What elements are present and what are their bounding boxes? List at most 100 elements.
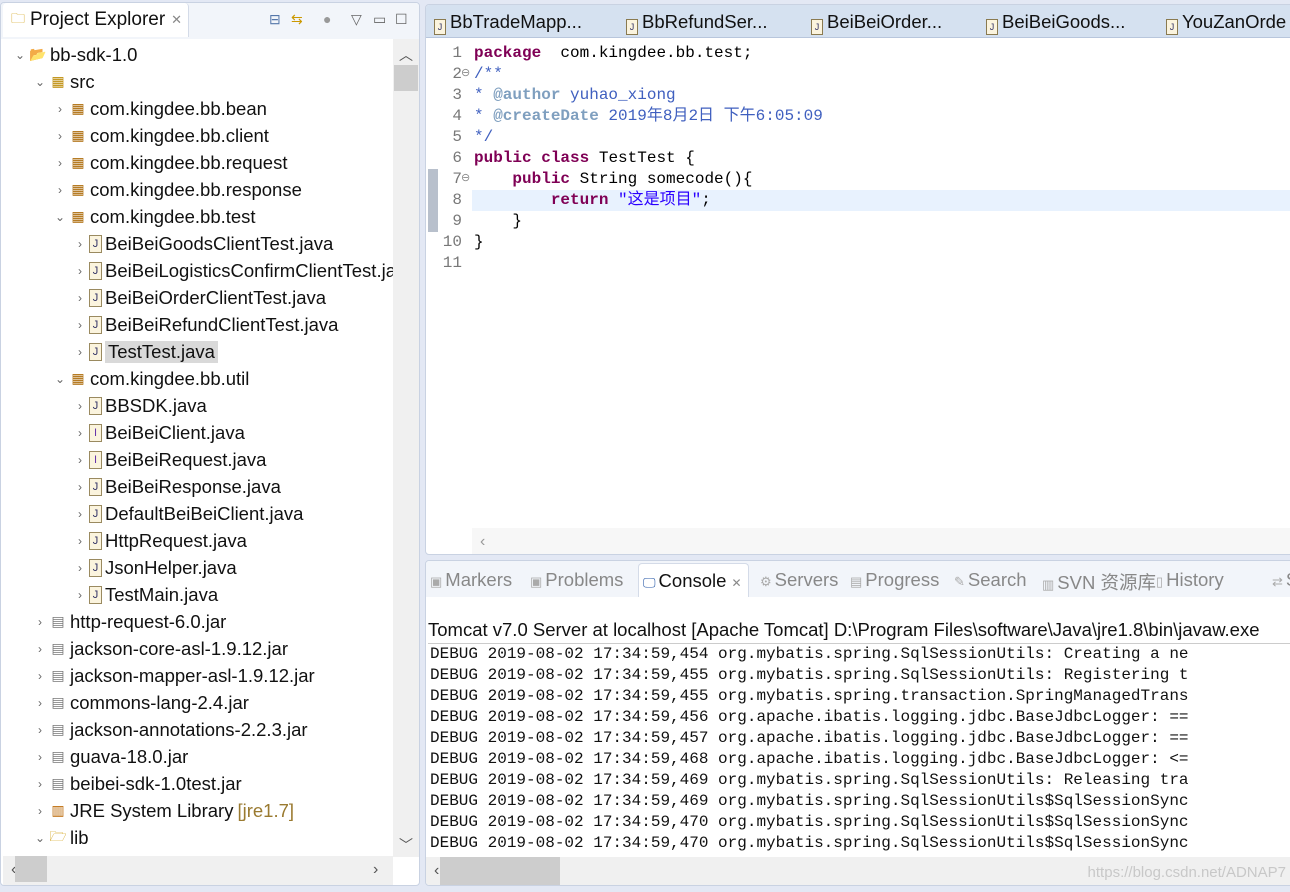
tree-item[interactable]: › ▦ com.kingdee.bb.client	[51, 122, 269, 149]
link-with-editor-icon[interactable]: ⇆	[291, 11, 303, 28]
tree-item[interactable]: › J BeiBeiLogisticsConfirmClientTest.java	[71, 257, 393, 284]
chevron-right-icon[interactable]: ›	[71, 345, 89, 359]
scroll-down-icon[interactable]: ﹀	[393, 835, 419, 855]
tab-console[interactable]: 🖵 Console ✕	[638, 563, 749, 597]
tree-item[interactable]: › ▦ com.kingdee.bb.bean	[51, 95, 267, 122]
chevron-right-icon[interactable]: ›	[31, 750, 49, 764]
tree-item[interactable]: › ▦ com.kingdee.bb.response	[51, 176, 302, 203]
scroll-thumb[interactable]	[440, 857, 560, 885]
tree-item[interactable]: › J JsonHelper.java	[71, 554, 237, 581]
editor-tab[interactable]: J BeiBeiOrder...	[811, 11, 942, 35]
code-line[interactable]: 3 * @author yuhao_xiong	[426, 85, 1290, 106]
chevron-right-icon[interactable]: ›	[31, 642, 49, 656]
code-line[interactable]: 8 return "这是项目";	[426, 169, 1290, 232]
chevron-right-icon[interactable]: ›	[51, 156, 69, 170]
tree-item[interactable]: ⌄ ▦ com.kingdee.bb.test	[51, 203, 256, 230]
tree-item[interactable]: › ▤ jackson-core-asl-1.9.12.jar	[31, 635, 288, 662]
chevron-right-icon[interactable]: ›	[51, 129, 69, 143]
tree-item[interactable]: › ▦ com.kingdee.bb.request	[51, 149, 287, 176]
chevron-right-icon[interactable]: ›	[71, 453, 89, 467]
tree-item[interactable]: › I BeiBeiClient.java	[71, 419, 245, 446]
chevron-right-icon[interactable]: ›	[71, 318, 89, 332]
tree-item[interactable]: ›▤ beibei-sdk-1.0test.jar	[31, 770, 242, 797]
code-line[interactable]: 10}	[426, 232, 1290, 253]
chevron-right-icon[interactable]: ›	[71, 480, 89, 494]
tab-servers[interactable]: ⚙ Servers	[760, 569, 838, 591]
code-area[interactable]: 1 package com.kingdee.bb.test; 2 ⊖/** 3 * @au…	[426, 39, 1290, 529]
code-line[interactable]: 6 public class TestTest {	[426, 148, 1290, 169]
chevron-right-icon[interactable]: ›	[71, 561, 89, 575]
tab-search[interactable]: ✎ Search	[954, 569, 1027, 591]
chevron-right-icon[interactable]: ›	[51, 102, 69, 116]
tree-item[interactable]: › J BeiBeiOrderClientTest.java	[71, 284, 326, 311]
chevron-down-icon[interactable]: ⌄	[31, 75, 49, 89]
tree-item[interactable]: › ▥ JRE System Library [jre1.7]	[31, 797, 294, 824]
maximize-icon[interactable]: ☐	[395, 11, 408, 28]
chevron-right-icon[interactable]: ›	[71, 291, 89, 305]
code-line[interactable]: 1 package com.kingdee.bb.test;	[426, 43, 1290, 64]
chevron-right-icon[interactable]: ›	[71, 507, 89, 521]
scroll-right-icon[interactable]: ›	[373, 861, 378, 879]
code-line[interactable]: 7 ⊖ public String somecode(){	[426, 169, 1290, 190]
editor-tab[interactable]: J BbTradeMapp...	[434, 11, 582, 35]
tab-svn-资源库[interactable]: ▥ SVN 资源库	[1042, 569, 1156, 595]
chevron-right-icon[interactable]: ›	[31, 804, 49, 818]
close-icon[interactable]: ✕	[171, 12, 182, 28]
minimize-icon[interactable]: ▭	[373, 11, 386, 28]
scroll-thumb[interactable]	[15, 856, 47, 882]
code-line[interactable]: 11	[426, 253, 1290, 274]
fold-toggle-icon[interactable]: ⊖	[461, 64, 470, 85]
tree-item[interactable]: › J BeiBeiGoodsClientTest.java	[71, 230, 333, 257]
tree-item[interactable]: ⌄ ▦ src	[31, 68, 95, 95]
tree-item[interactable]: › J TestMain.java	[71, 581, 218, 608]
tree-horizontal-scrollbar[interactable]: ‹ ›	[3, 856, 393, 885]
scroll-thumb[interactable]	[394, 65, 418, 91]
chevron-right-icon[interactable]: ›	[71, 426, 89, 440]
filter-icon[interactable]: ●	[323, 11, 331, 27]
code-line[interactable]: 5 */	[426, 127, 1290, 148]
tree-item[interactable]: › J BeiBeiRefundClientTest.java	[71, 311, 338, 338]
editor-tab[interactable]: J BeiBeiGoods...	[986, 11, 1125, 35]
tree-item[interactable]: › I BeiBeiRequest.java	[71, 446, 266, 473]
tree-item[interactable]: › J BeiBeiResponse.java	[71, 473, 281, 500]
chevron-down-icon[interactable]: ⌄	[31, 831, 49, 845]
tab-project-explorer[interactable]: 🗀 Project Explorer ✕	[3, 3, 189, 37]
tab-sy[interactable]: ⇄Sy	[1272, 569, 1290, 591]
chevron-right-icon[interactable]: ›	[31, 723, 49, 737]
collapse-all-icon[interactable]: ⊟	[269, 11, 281, 28]
chevron-right-icon[interactable]: ›	[71, 237, 89, 251]
editor-horizontal-scrollbar[interactable]: ‹	[472, 528, 1290, 554]
view-menu-icon[interactable]: ▽	[351, 11, 362, 28]
chevron-down-icon[interactable]: ⌄	[11, 48, 29, 62]
tab-problems[interactable]: ▣ Problems	[530, 569, 623, 591]
chevron-right-icon[interactable]: ›	[31, 669, 49, 683]
chevron-down-icon[interactable]: ⌄	[51, 372, 69, 386]
tree-item[interactable]: ⌄ ▦ com.kingdee.bb.util	[51, 365, 249, 392]
tree-item[interactable]: › J HttpRequest.java	[71, 527, 247, 554]
chevron-right-icon[interactable]: ›	[51, 183, 69, 197]
tab-history[interactable]: ▯ History	[1156, 569, 1224, 591]
tree-item[interactable]: › ▤ http-request-6.0.jar	[31, 608, 226, 635]
fold-toggle-icon[interactable]: ⊖	[461, 169, 470, 190]
close-icon[interactable]: ✕	[731, 576, 741, 590]
project-tree[interactable]: ⌄ 📂 bb-sdk-1.0 ⌄ ▦ src › ▦ com.kingdee.bb.bean › ▦…	[1, 39, 393, 857]
chevron-down-icon[interactable]: ⌄	[51, 210, 69, 224]
tree-item[interactable]: › ▤ jackson-mapper-asl-1.9.12.jar	[31, 662, 315, 689]
chevron-right-icon[interactable]: ›	[31, 615, 49, 629]
editor-tab[interactable]: J YouZanOrde	[1166, 11, 1286, 35]
editor-tab[interactable]: J BbRefundSer...	[626, 11, 767, 35]
tree-item[interactable]: › ▤ commons-lang-2.4.jar	[31, 689, 249, 716]
chevron-right-icon[interactable]: ›	[71, 588, 89, 602]
code-line[interactable]: 9 }	[426, 211, 1290, 232]
tree-item[interactable]: › ▤ jackson-annotations-2.2.3.jar	[31, 716, 308, 743]
chevron-right-icon[interactable]: ›	[71, 534, 89, 548]
chevron-right-icon[interactable]: ›	[31, 777, 49, 791]
tab-progress[interactable]: ▤ Progress	[850, 569, 939, 591]
scroll-left-icon[interactable]: ‹	[434, 862, 439, 880]
tab-markers[interactable]: ▣ Markers	[430, 569, 512, 591]
tree-item[interactable]: › ▤ guava-18.0.jar	[31, 743, 188, 770]
tree-item[interactable]: ⌄ 📂 bb-sdk-1.0	[11, 41, 137, 68]
chevron-right-icon[interactable]: ›	[71, 264, 89, 278]
tree-item[interactable]: › J DefaultBeiBeiClient.java	[71, 500, 303, 527]
scroll-left-icon[interactable]: ‹	[480, 533, 485, 551]
